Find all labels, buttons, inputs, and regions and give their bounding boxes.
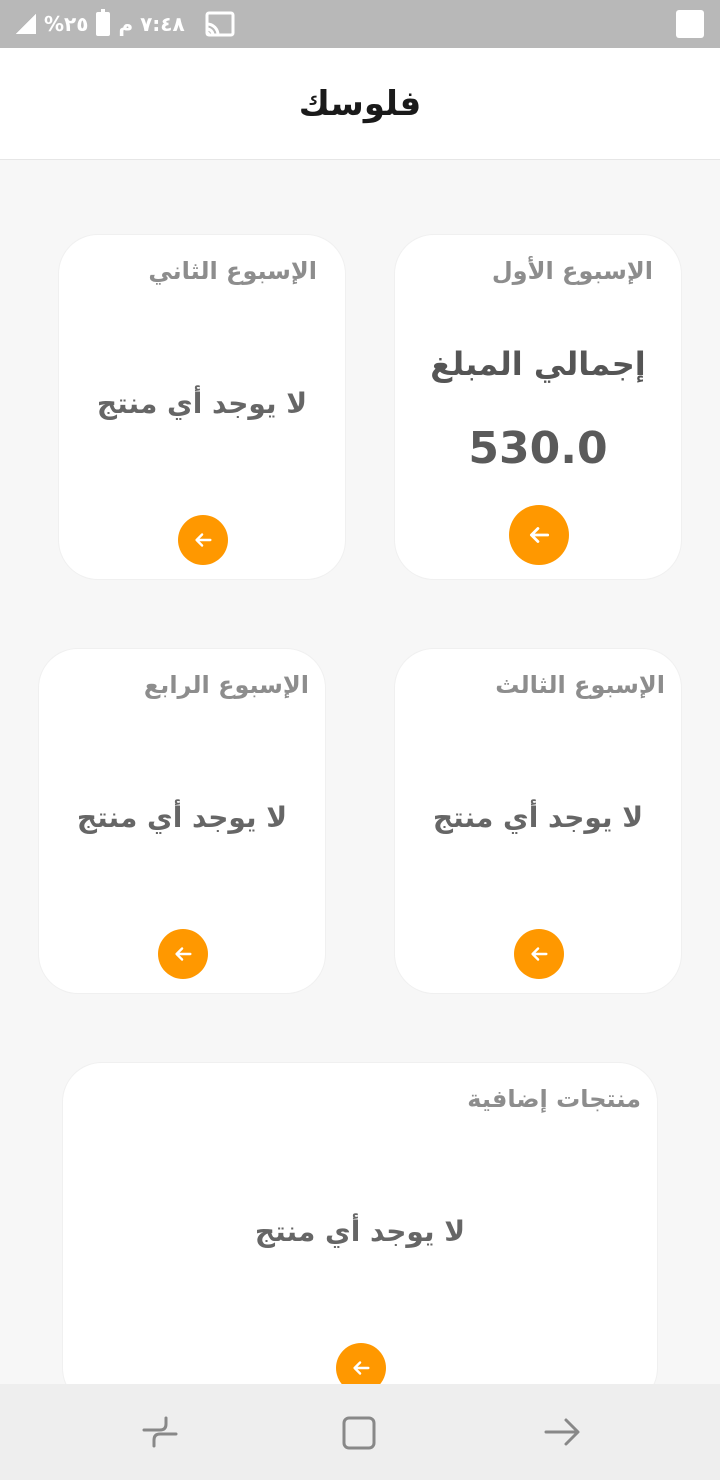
card-extra-products: منتجات إضافية لا يوجد أي منتج (62, 1062, 658, 1408)
arrow-left-icon (530, 527, 550, 543)
card-week3-open-button[interactable] (514, 929, 564, 979)
card-extra-empty-text: لا يوجد أي منتج (254, 1215, 466, 1248)
home-icon[interactable] (340, 1414, 378, 1452)
battery-level: ٢٥% (44, 12, 89, 36)
arrow-left-icon (531, 947, 548, 961)
card-extra-title: منتجات إضافية (467, 1085, 641, 1113)
card-week3: الإسبوع الثالث لا يوجد أي منتج (394, 648, 682, 994)
signal-icon (16, 14, 36, 34)
card-week2: الإسبوع الثاني لا يوجد أي منتج (58, 234, 346, 580)
status-time: ٧:٤٨ م (118, 12, 185, 36)
card-week4-title: الإسبوع الرابع (143, 671, 309, 699)
back-icon[interactable] (542, 1414, 582, 1450)
system-nav-bar (0, 1384, 720, 1480)
card-week1-total-value: 530.0 (468, 423, 608, 474)
status-left-group: ٧:٤٨ م ٢٥% (16, 9, 185, 38)
card-week1-title: الإسبوع الأول (491, 257, 653, 285)
battery-icon (96, 9, 111, 36)
arrow-left-icon (353, 1361, 370, 1375)
status-bar: ٧:٤٨ م ٢٥% (0, 0, 720, 48)
card-week2-title: الإسبوع الثاني (148, 257, 317, 285)
arrow-left-icon (195, 533, 212, 547)
card-week2-empty-text: لا يوجد أي منتج (96, 387, 308, 420)
card-week3-title: الإسبوع الثالث (495, 671, 665, 699)
arrow-left-icon (175, 947, 192, 961)
recents-icon[interactable] (140, 1414, 180, 1450)
notification-icon (676, 10, 704, 38)
card-week4-open-button[interactable] (158, 929, 208, 979)
card-week3-empty-text: لا يوجد أي منتج (432, 801, 644, 834)
card-week4-empty-text: لا يوجد أي منتج (76, 801, 288, 834)
app-title: فلوسك (298, 83, 422, 124)
card-week2-open-button[interactable] (178, 515, 228, 565)
card-week1-total-label: إجمالي المبلغ (430, 345, 646, 383)
cast-icon (205, 11, 235, 37)
card-week1: الإسبوع الأول إجمالي المبلغ 530.0 (394, 234, 682, 580)
card-week1-open-button[interactable] (509, 505, 569, 565)
card-week4: الإسبوع الرابع لا يوجد أي منتج (38, 648, 326, 994)
app-bar: فلوسك (0, 48, 720, 160)
